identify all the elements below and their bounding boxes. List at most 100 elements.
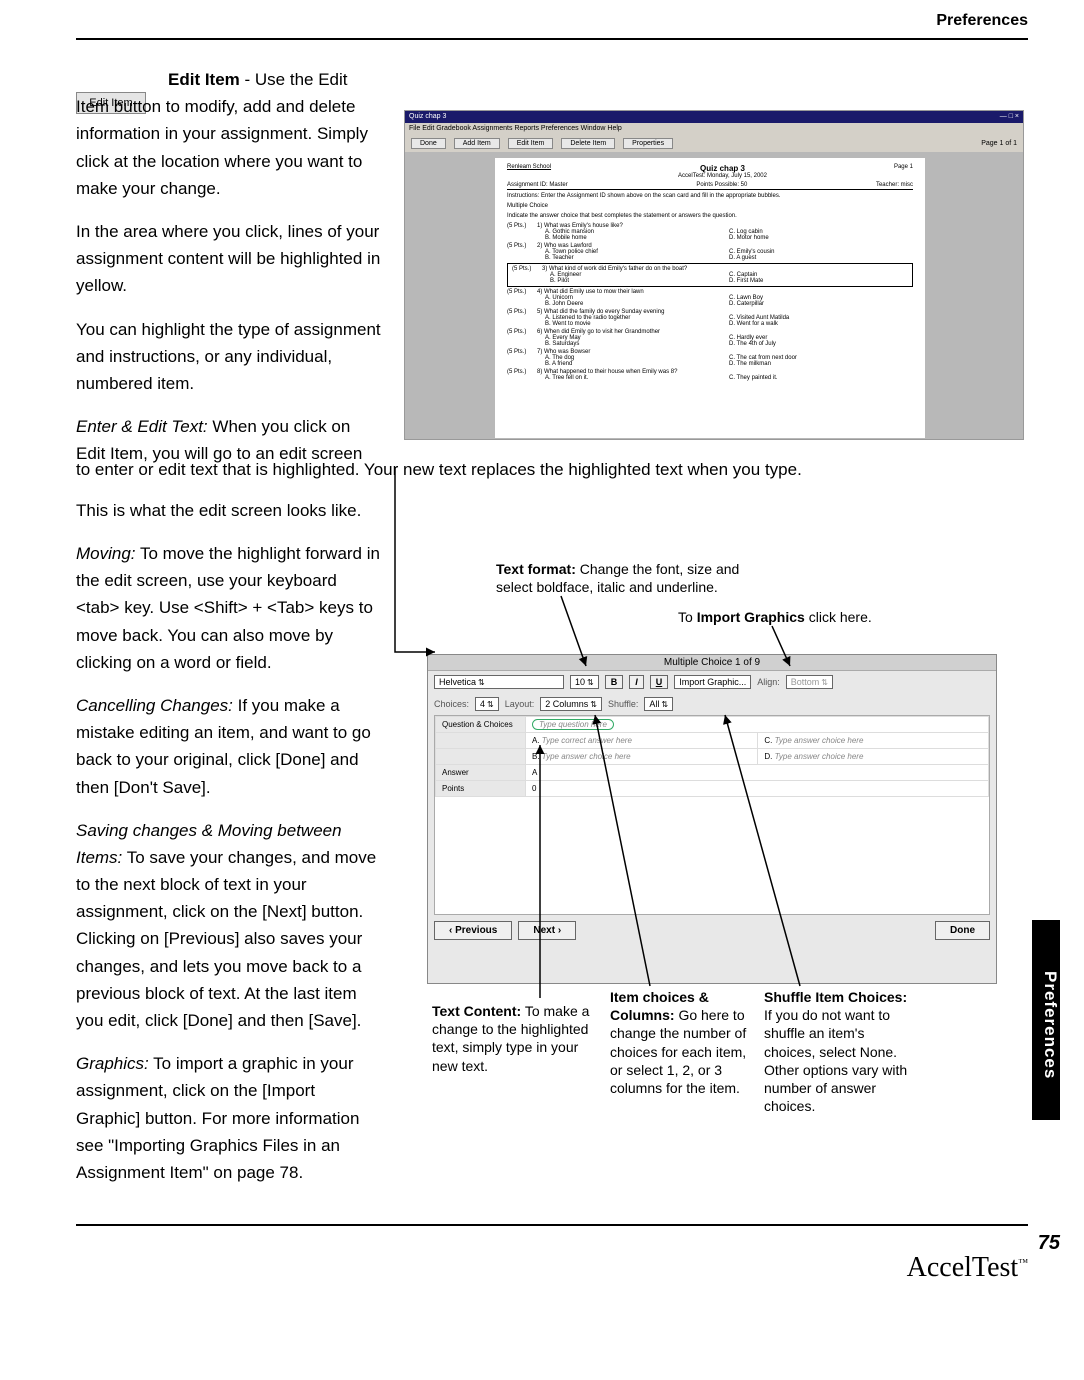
ss2-format-row: Helvetica⇅ 10⇅ B I U Import Graphic... A… xyxy=(428,671,996,693)
side-tab-preferences: Preferences xyxy=(1032,920,1060,1120)
updown-icon: ⇅ xyxy=(590,700,597,709)
ss2-align-label: Align: xyxy=(757,677,780,687)
ss2-align-select[interactable]: Bottom⇅ xyxy=(786,675,833,689)
ss1-points: Points Possible: 50 xyxy=(696,182,747,188)
para-edit-screen-intro: This is what the edit screen looks like. xyxy=(76,497,946,524)
updown-icon: ⇅ xyxy=(821,678,828,687)
ss1-quiz-date: AccelTest: Monday, July 15, 2002 xyxy=(551,173,894,179)
ss2-opt-c-label: C. xyxy=(764,736,772,745)
wide-paragraph: to enter or edit text that is highlighte… xyxy=(76,456,946,538)
rule-top xyxy=(76,38,1028,40)
ss2-shuffle-label: Shuffle: xyxy=(608,699,638,709)
ss1-section-label: Multiple Choice xyxy=(507,203,913,209)
ss2-layout-value: 2 Columns xyxy=(545,699,588,709)
ss1-delete-item-button[interactable]: Delete Item xyxy=(561,138,615,149)
updown-icon: ⇅ xyxy=(661,700,668,709)
para-moving-em: Moving: xyxy=(76,544,136,563)
ss2-points-value[interactable]: 0 xyxy=(526,781,989,797)
rule-bottom xyxy=(76,1224,1028,1226)
logo-text: AccelTest xyxy=(907,1252,1019,1283)
ss2-italic-button[interactable]: I xyxy=(629,675,644,689)
ss2-nav-row: ‹ Previous Next › Done xyxy=(428,915,996,946)
ss1-window-controls: — □ × xyxy=(1000,111,1019,123)
ss1-direction: Indicate the answer choice that best com… xyxy=(507,213,913,219)
ss2-layout-select[interactable]: 2 Columns⇅ xyxy=(540,697,602,711)
ss1-page-no: Page 1 xyxy=(894,164,913,181)
ss2-bold-button[interactable]: B xyxy=(605,675,624,689)
screenshot-assignment-window: Quiz chap 3 — □ × File Edit Gradebook As… xyxy=(404,110,1024,440)
callout-import-graphics: To Import Graphics click here. xyxy=(678,608,938,626)
ss2-question-field[interactable]: Type question here xyxy=(532,719,614,730)
para-saving: Saving changes & Moving between Items: T… xyxy=(76,817,384,1035)
para-cancel-em: Cancelling Changes: xyxy=(76,696,233,715)
logo-acceltest: AccelTest™ xyxy=(907,1252,1028,1284)
ss2-edit-area: Question & Choices Type question here A.… xyxy=(434,715,990,915)
ss2-font-select[interactable]: Helvetica⇅ xyxy=(434,675,564,689)
ss2-opt-d-field[interactable]: Type answer choice here xyxy=(775,752,864,761)
para-highlight-type: You can highlight the type of assignment… xyxy=(76,316,384,398)
ss2-import-graphic-button[interactable]: Import Graphic... xyxy=(674,675,751,689)
para-enter-edit-wide: to enter or edit text that is highlighte… xyxy=(76,456,946,483)
screenshot-edit-window: Multiple Choice 1 of 9 Helvetica⇅ 10⇅ B … xyxy=(427,654,997,984)
ss2-opt-a-field[interactable]: Type correct answer here xyxy=(542,736,632,745)
ss1-question-row: (5 Pts.)7) Who was BowserA. The dogB. A … xyxy=(507,349,913,367)
ss1-question-row: (5 Pts.)3) What kind of work did Emily's… xyxy=(507,263,913,287)
ss2-choices-row: Choices: 4⇅ Layout: 2 Columns⇅ Shuffle: … xyxy=(428,693,996,715)
para-highlight: In the area where you click, lines of yo… xyxy=(76,218,384,300)
ss2-size-value: 10 xyxy=(575,677,585,687)
ss1-question-row: (5 Pts.)6) When did Emily go to visit he… xyxy=(507,329,913,347)
ss2-points-label: Points xyxy=(436,781,526,797)
para-cancel: Cancelling Changes: If you make a mistak… xyxy=(76,692,384,801)
ss2-answer-value[interactable]: A xyxy=(526,765,989,781)
updown-icon: ⇅ xyxy=(487,700,494,709)
ss1-info-row: Assignment ID: Master Points Possible: 5… xyxy=(507,181,913,190)
ss2-import-label: Import Graphic... xyxy=(679,677,746,687)
ss2-size-select[interactable]: 10⇅ xyxy=(570,675,599,689)
ss2-opt-d-label: D. xyxy=(764,752,772,761)
ss2-layout-label: Layout: xyxy=(505,699,535,709)
ss2-shuffle-value: All xyxy=(649,699,659,709)
ss1-page-indicator: Page 1 of 1 xyxy=(981,140,1017,147)
ss1-menubar: File Edit Gradebook Assignments Reports … xyxy=(405,123,1023,134)
ss1-instructions: Instructions: Enter the Assignment ID sh… xyxy=(507,193,913,199)
ss2-shuffle-select[interactable]: All⇅ xyxy=(644,697,673,711)
para-edit-item-bold: Edit Item xyxy=(168,70,240,89)
para-graphics-em: Graphics: xyxy=(76,1054,149,1073)
ss1-quiz-title: Quiz chap 3 xyxy=(551,164,894,173)
body-column-1: Edit Item - Use the Edit Item button to … xyxy=(76,66,384,483)
ss2-previous-button[interactable]: ‹ Previous xyxy=(434,921,512,940)
ss2-opt-b-field[interactable]: Type answer choice here xyxy=(542,752,631,761)
para-enter-edit-em: Enter & Edit Text: xyxy=(76,417,208,436)
ss2-tab-label: Question & Choices xyxy=(436,717,526,733)
callout-text-format-bold: Text format: xyxy=(496,561,576,577)
ss1-titlebar: Quiz chap 3 — □ × xyxy=(405,111,1023,123)
ss1-question-row: (5 Pts.)4) What did Emily use to mow the… xyxy=(507,289,913,307)
ss1-question-row: (5 Pts.)5) What did the family do every … xyxy=(507,309,913,327)
logo-tm: ™ xyxy=(1018,1258,1028,1269)
para-graphics-rest: To import a graphic in your assignment, … xyxy=(76,1054,359,1182)
ss2-title: Multiple Choice 1 of 9 xyxy=(428,655,996,671)
para-moving: Moving: To move the highlight forward in… xyxy=(76,540,384,676)
ss1-window-title: Quiz chap 3 xyxy=(409,111,446,123)
callout-item-choices: Item choices & Columns: Go here to chang… xyxy=(610,988,750,1097)
updown-icon: ⇅ xyxy=(587,678,594,687)
ss2-opt-a-label: A. xyxy=(532,736,540,745)
ss1-edit-item-button[interactable]: Edit Item xyxy=(508,138,554,149)
ss1-question-row: (5 Pts.)2) Who was LawfordA. Town police… xyxy=(507,243,913,261)
ss1-assign-id: Assignment ID: Master xyxy=(507,182,568,188)
ss1-toolbar: Done Add Item Edit Item Delete Item Prop… xyxy=(405,134,1023,152)
ss2-underline-button[interactable]: U xyxy=(650,675,669,689)
callout-text-content: Text Content: To make a change to the hi… xyxy=(432,1002,592,1075)
ss2-done-button[interactable]: Done xyxy=(935,921,990,940)
ss1-done-button[interactable]: Done xyxy=(411,138,446,149)
callout-shuffle-rest: If you do not want to shuffle an item's … xyxy=(764,1007,907,1114)
ss1-properties-button[interactable]: Properties xyxy=(623,138,673,149)
ss2-font-value: Helvetica xyxy=(439,677,476,687)
body-column-2: Moving: To move the highlight forward in… xyxy=(76,540,384,1202)
ss2-choices-select[interactable]: 4⇅ xyxy=(475,697,499,711)
ss1-add-item-button[interactable]: Add Item xyxy=(454,138,500,149)
ss2-choices-label: Choices: xyxy=(434,699,469,709)
callout-import-graphics-bold: Import Graphics xyxy=(697,609,805,625)
ss2-next-button[interactable]: Next › xyxy=(518,921,576,940)
ss2-opt-c-field[interactable]: Type answer choice here xyxy=(775,736,864,745)
